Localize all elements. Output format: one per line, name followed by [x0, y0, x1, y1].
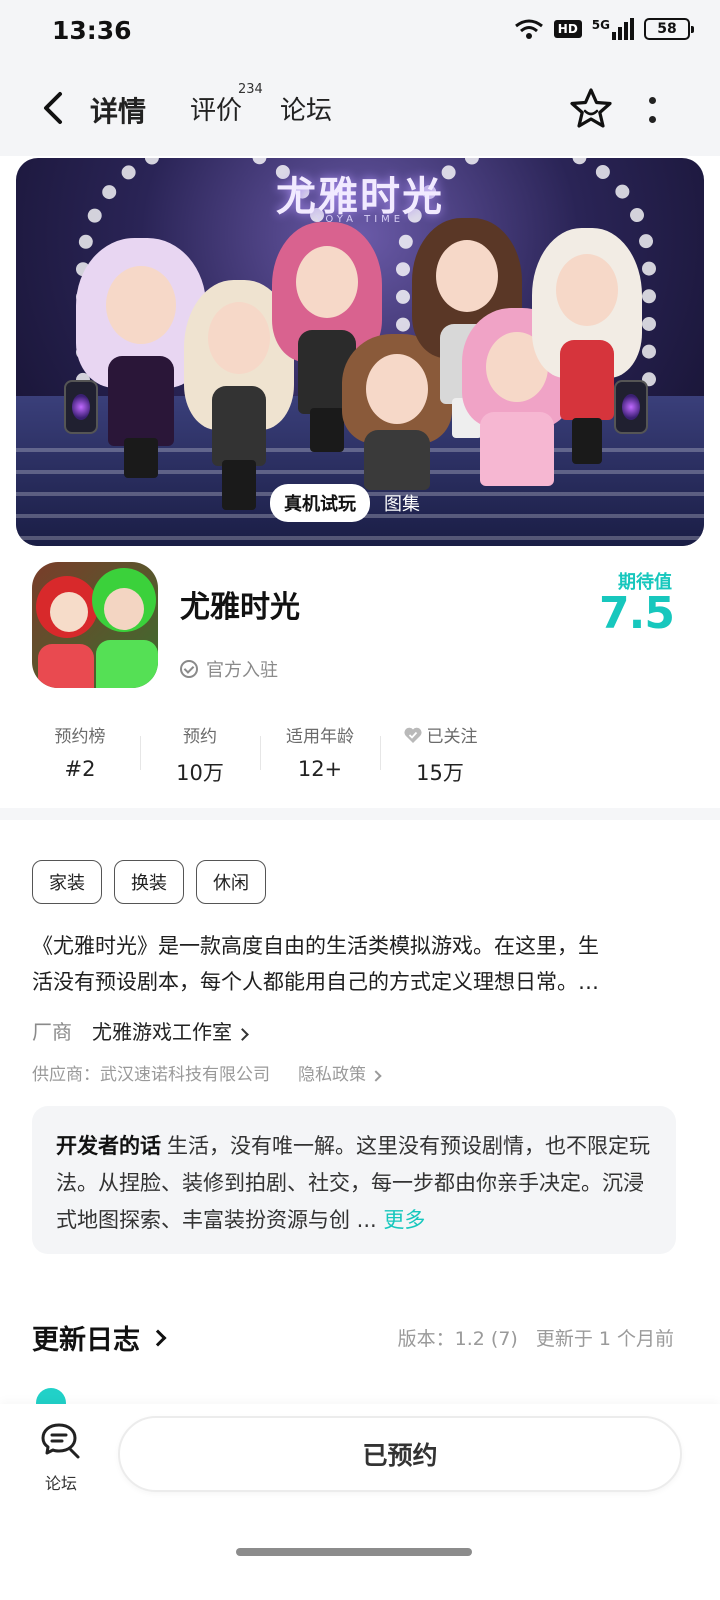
more-vertical-icon: [648, 97, 656, 104]
stat-value: 12+: [297, 757, 343, 781]
more-button[interactable]: [640, 88, 664, 132]
hd-badge: HD: [553, 20, 582, 38]
supplier-row: 供应商：武汉速诺科技有限公司 隐私政策: [32, 1060, 382, 1085]
description-line-2: 活没有预设剧本，每个人都能用自己的方式定义理想日常。…: [32, 970, 599, 994]
description-line-1: 《尤雅时光》是一款高度自由的生活类模拟游戏。在这里，生: [32, 934, 599, 958]
changelog-meta: 版本：1.2 (7) 更新于 1 个月前: [398, 1324, 674, 1351]
verified-badge: 官方入驻: [180, 656, 278, 682]
stat-value: 15万: [416, 761, 464, 785]
stat-label: 已关注: [426, 727, 478, 747]
forum-label: 论坛: [44, 1474, 77, 1493]
tag-dress-up[interactable]: 换装: [114, 860, 184, 904]
stat-value: #2: [64, 757, 96, 781]
stat-age-rating[interactable]: 适用年龄 12+: [260, 718, 380, 798]
supplier-text: 供应商：武汉速诺科技有限公司: [32, 1065, 270, 1085]
developer-note[interactable]: 开发者的话 生活，没有唯一解。这里没有预设剧情，也不限定玩法。从捏脸、装修到拍剧、…: [32, 1106, 676, 1254]
changelog-title: 更新日志: [32, 1325, 140, 1356]
gallery-pill[interactable]: 图集: [384, 490, 420, 516]
tag-home-decor[interactable]: 家装: [32, 860, 102, 904]
privacy-policy-label: 隐私政策: [298, 1065, 366, 1085]
developer-note-more-link[interactable]: 更多: [383, 1208, 425, 1232]
tab-forum[interactable]: 论坛: [280, 90, 332, 127]
updated-time: 更新于 1 个月前: [535, 1328, 674, 1350]
vendor-name: 尤雅游戏工作室: [92, 1020, 232, 1044]
forum-chat-icon: [41, 1423, 80, 1459]
stat-label: 预约: [183, 727, 217, 747]
reserved-button[interactable]: 已预约: [118, 1416, 682, 1492]
network-label: 5G: [591, 18, 610, 32]
tab-review-label: 评价: [190, 96, 243, 126]
vendor-label: 厂商: [32, 1020, 72, 1044]
chevron-right-icon: [236, 1028, 249, 1041]
nav-bar: 详情 评价 234 论坛: [0, 64, 720, 156]
game-description[interactable]: 《尤雅时光》是一款高度自由的生活类模拟游戏。在这里，生 活没有预设剧本，每个人都…: [32, 928, 688, 1000]
banner-media-switch: 真机试玩 图集: [270, 484, 420, 522]
app-icon: [32, 562, 158, 688]
chevron-right-icon: [149, 1329, 167, 1346]
stat-reserve-rank[interactable]: 预约榜 #2: [20, 718, 140, 798]
back-button[interactable]: [30, 86, 74, 130]
signal-icon: 5G: [592, 18, 634, 40]
tab-detail[interactable]: 详情: [86, 90, 151, 130]
check-circle-icon: [180, 660, 198, 678]
tag-casual[interactable]: 休闲: [196, 860, 266, 904]
stat-followers[interactable]: 已关注 15万: [380, 718, 500, 798]
stats-row: 预约榜 #2 预约 10万 适用年龄 12+ 已关注 15万: [20, 718, 540, 798]
heart-icon: [403, 727, 422, 743]
forum-button[interactable]: 论坛: [38, 1422, 84, 1494]
expectation-score: 7.5: [599, 588, 675, 639]
vendor-link: 尤雅游戏工作室: [92, 1016, 249, 1045]
home-indicator[interactable]: [236, 1548, 472, 1556]
status-icons: HD 5G 58: [514, 18, 694, 40]
stat-label: 适用年龄: [286, 727, 354, 747]
version-label: 版本：1.2 (7): [397, 1328, 518, 1350]
character-7: [532, 228, 642, 468]
wifi-icon: [514, 19, 543, 39]
privacy-policy-link[interactable]: 隐私政策: [298, 1060, 382, 1085]
chevron-right-icon: [370, 1070, 382, 1082]
favorite-button[interactable]: [568, 86, 614, 132]
status-time: 13:36: [52, 16, 132, 45]
tag-list: 家装 换装 休闲: [32, 860, 266, 904]
battery-indicator: 58: [644, 18, 694, 40]
battery-level: 58: [657, 21, 677, 37]
app-title: 尤雅时光: [180, 590, 300, 625]
stat-reservations: 预约 10万: [140, 718, 260, 798]
bottom-action-bar: 论坛 已预约: [0, 1404, 720, 1600]
stat-label: 预约榜: [54, 727, 106, 747]
review-count-badge: 234: [238, 82, 263, 97]
star-icon: [570, 88, 612, 128]
verified-label: 官方入驻: [206, 660, 278, 681]
tab-forum-label: 论坛: [280, 96, 333, 126]
vendor-row[interactable]: 厂商 尤雅游戏工作室: [32, 1016, 249, 1045]
status-bar: 13:36 HD 5G 58: [0, 0, 720, 64]
stat-value: 10万: [176, 761, 224, 785]
back-arrow-icon: [44, 92, 62, 124]
tab-review[interactable]: 评价: [190, 90, 242, 127]
tab-detail-label: 详情: [90, 95, 147, 128]
developer-note-title: 开发者的话: [56, 1134, 161, 1158]
changelog-header[interactable]: 更新日志: [32, 1318, 167, 1357]
section-divider: [0, 808, 720, 820]
banner-media[interactable]: 尤雅时光 YOYA TIME 真机试玩 图集: [16, 158, 704, 546]
trial-play-pill[interactable]: 真机试玩: [270, 484, 370, 522]
